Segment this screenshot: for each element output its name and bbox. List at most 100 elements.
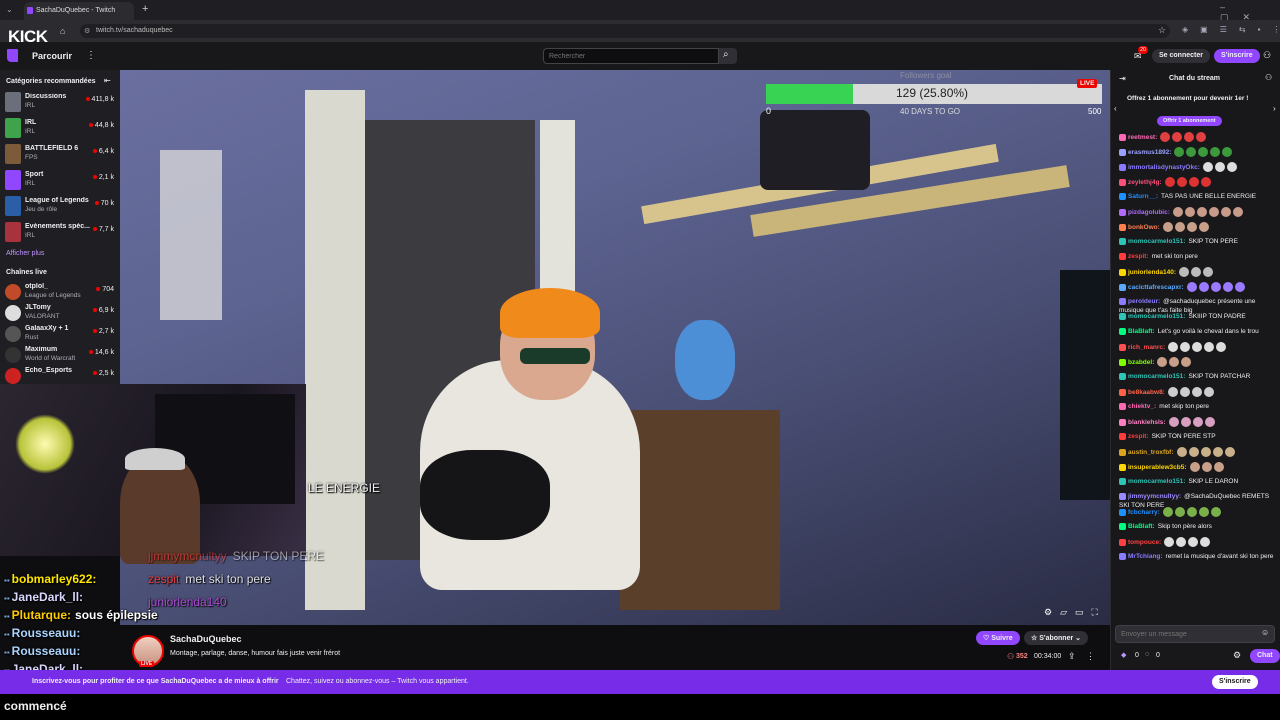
chat-username[interactable]: zespit: <box>1128 253 1149 260</box>
chat-username[interactable]: austin_troxfbf: <box>1128 449 1174 456</box>
chat-title: Chat du stream <box>1169 75 1220 82</box>
emote-icon <box>1204 342 1215 352</box>
fullscreen-icon[interactable]: ⛶ <box>1092 607 1106 617</box>
category-item[interactable]: Sport IRL 2,1 k <box>5 168 117 192</box>
chat-username[interactable]: be8kaabw8: <box>1128 389 1165 396</box>
clip-icon[interactable]: ▱ <box>1060 607 1075 617</box>
more-options-icon[interactable]: ⋮ <box>1086 651 1095 662</box>
category-item[interactable]: Discussions IRL 411,8 k <box>5 90 117 114</box>
chat-username[interactable]: insuperablew3cb5: <box>1128 464 1187 471</box>
goal-header: Followers goal <box>900 71 952 80</box>
emote-icon <box>1168 417 1179 427</box>
emote-picker-icon[interactable]: ☺ <box>1261 628 1269 637</box>
chat-username[interactable]: BlaBlaft: <box>1128 523 1155 530</box>
chat-username[interactable]: momocarmelo151: <box>1128 238 1185 245</box>
chat-send-button[interactable]: Chat <box>1250 649 1280 663</box>
browse-link[interactable]: Parcourir <box>32 51 72 61</box>
chat-username[interactable]: jimmyymcnultyy: <box>1128 493 1181 500</box>
signup-button[interactable]: S'inscrire <box>1214 49 1260 63</box>
chat-username[interactable]: Saturn__: <box>1128 193 1158 200</box>
category-item[interactable]: League of Legends Jeu de rôle 70 k <box>5 194 117 218</box>
chat-username[interactable]: chiektv_: <box>1128 403 1156 410</box>
monitor <box>1060 270 1110 500</box>
emote-icon <box>1160 132 1171 142</box>
chat-input[interactable] <box>1115 625 1275 643</box>
emote-icon <box>1186 282 1197 292</box>
chat-username[interactable]: rich_manrc: <box>1128 344 1165 351</box>
channel-name: otplol_ <box>25 283 48 290</box>
share-icon[interactable]: ⇪ <box>1068 651 1076 662</box>
chat-username[interactable]: erasmus1892: <box>1128 149 1171 156</box>
chat-users-icon[interactable]: ⚇ <box>1265 73 1272 82</box>
tab-list-icon[interactable]: ⌄ <box>6 5 13 14</box>
chat-username[interactable]: BlaBlaft: <box>1128 328 1155 335</box>
chevron-down-icon: ⌄ <box>1075 635 1082 642</box>
chat-username[interactable]: pizdagolubic: <box>1128 209 1170 216</box>
chat-username[interactable]: tompouce: <box>1128 539 1161 546</box>
home-icon[interactable]: ⌂ <box>60 26 65 36</box>
live-channel-item[interactable]: Maximum World of Warcraft 14,6 k <box>5 345 117 366</box>
show-more-link[interactable]: Afficher plus <box>6 250 44 257</box>
channel-points-icon[interactable]: ◌ <box>1145 651 1149 658</box>
twitch-logo-icon[interactable] <box>7 49 18 62</box>
user-menu-icon[interactable]: ⚇ <box>1263 50 1271 61</box>
chat-username[interactable]: zeylethj4g: <box>1128 179 1162 186</box>
chat-username[interactable]: bonkOwo: <box>1128 224 1160 231</box>
kick-facecam <box>0 384 306 564</box>
chat-username[interactable]: zespit: <box>1128 433 1149 440</box>
gift-prev-icon[interactable]: ‹ <box>1114 104 1117 113</box>
extensions-icons[interactable]: ◈▣☰⇆▪⋮ <box>1182 25 1280 34</box>
cam-person-cap <box>125 448 185 470</box>
live-channel-item[interactable]: GalaaxXy + 1 Rust 2,7 k <box>5 324 117 345</box>
chat-badge-icon <box>1119 133 1126 141</box>
chat-username[interactable]: momocarmelo151: <box>1128 373 1185 380</box>
chat-username[interactable]: reetmest: <box>1128 134 1157 141</box>
url-bar[interactable]: ⚙ twitch.tv/sachaduquebec <box>80 24 1170 38</box>
live-channel-item[interactable]: JLTomy VALORANT 6,9 k <box>5 303 117 324</box>
browser-tab[interactable]: SachaDuQuebec - Twitch <box>24 2 134 20</box>
chat-panel: ⇥ Chat du stream ⚇ Offrez 1 abonnement p… <box>1110 70 1280 670</box>
chat-username[interactable]: immortalisdynastyOkc: <box>1128 164 1200 171</box>
chat-message: momocarmelo151: SKIP LE DARON <box>1119 477 1275 486</box>
collapse-sidebar-icon[interactable]: ⇤ <box>104 76 111 85</box>
live-channel-item[interactable]: otplol_ League of Legends 704 <box>5 282 117 303</box>
follow-button[interactable]: ♡ Suivre <box>976 631 1020 645</box>
emote-icon <box>1188 447 1199 457</box>
subscribe-button[interactable]: ☆ S'abonner ⌄ <box>1024 631 1089 645</box>
channel-name[interactable]: SachaDuQuebec <box>170 634 242 644</box>
chat-badge-icon <box>1119 208 1126 216</box>
category-item[interactable]: IRL IRL 44,8 k <box>5 116 117 140</box>
bookmark-star-icon[interactable]: ☆ <box>1158 25 1166 36</box>
chat-username[interactable]: peroldeur: <box>1128 298 1160 305</box>
search-input[interactable] <box>543 48 719 64</box>
theatre-mode-icon[interactable]: ▭ <box>1075 607 1092 617</box>
chat-text: SKIIIP TON PADRE <box>1188 313 1246 320</box>
new-tab-icon[interactable]: + <box>142 3 148 15</box>
chat-username[interactable]: momocarmelo151: <box>1128 478 1185 485</box>
emote-icon <box>1208 207 1219 217</box>
bits-icon[interactable]: ◆ <box>1121 651 1126 659</box>
more-menu-icon[interactable]: ⋮ <box>86 50 96 61</box>
category-item[interactable]: Événements spéc... IRL 7,7 k <box>5 220 117 244</box>
search-button[interactable]: ⌕ <box>719 48 737 64</box>
category-thumbnail <box>5 118 21 138</box>
chat-username[interactable]: blankiehsls: <box>1128 419 1166 426</box>
login-button[interactable]: Se connecter <box>1152 49 1210 63</box>
chat-username[interactable]: bzabdel: <box>1128 359 1154 366</box>
chat-username[interactable]: juniorlenda140: <box>1128 269 1176 276</box>
gift-next-icon[interactable]: › <box>1273 104 1276 113</box>
category-item[interactable]: BATTLEFIELD 6 FPS 6,4 k <box>5 142 117 166</box>
category-viewers: 44,8 k <box>88 122 114 129</box>
chat-username[interactable]: cacicttafrescapxr: <box>1128 284 1184 291</box>
collapse-chat-icon[interactable]: ⇥ <box>1119 74 1126 83</box>
gift-sub-button[interactable]: Offrir 1 abonnement <box>1157 116 1222 126</box>
live-dot-icon <box>92 149 97 154</box>
settings-icon[interactable]: ⚙ <box>1044 607 1060 617</box>
chat-settings-icon[interactable]: ⚙ <box>1233 650 1241 661</box>
banner-signup-button[interactable]: S'inscrire <box>1212 675 1258 689</box>
chat-username[interactable]: momocarmelo151: <box>1128 313 1185 320</box>
chat-username[interactable]: MrTchiang: <box>1128 553 1163 560</box>
chat-username[interactable]: fcbcharry: <box>1128 509 1160 516</box>
gift-promo-text: Offrez 1 abonnement pour devenir 1er ! <box>1127 95 1249 102</box>
category-viewer-count: 2,1 k <box>98 174 114 181</box>
